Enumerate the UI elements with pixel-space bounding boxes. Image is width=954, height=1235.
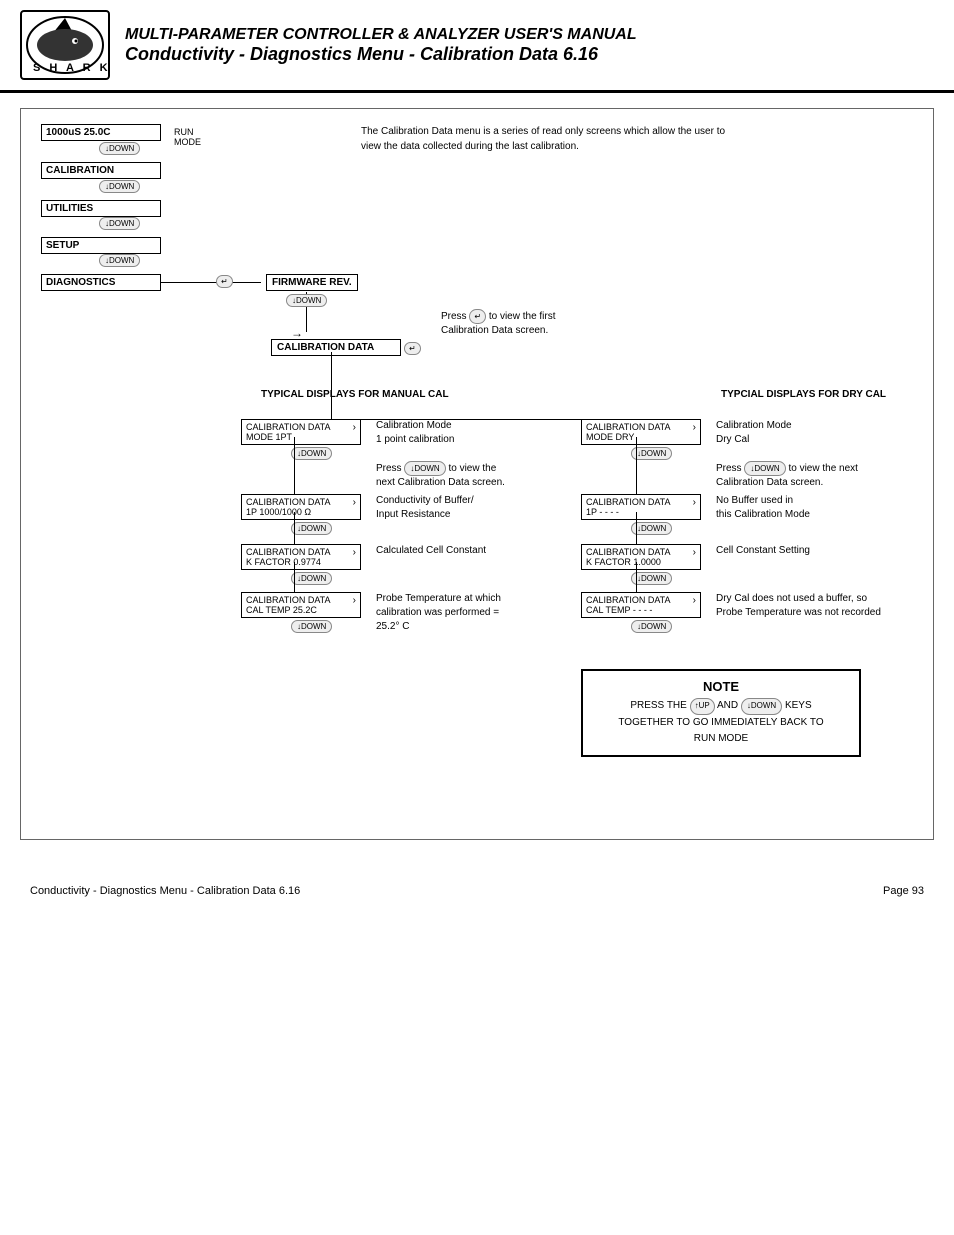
- calibration-menu-item: CALIBRATION: [41, 162, 161, 179]
- setup-menu-item: SETUP: [41, 237, 161, 254]
- h-line-diag: [161, 282, 261, 283]
- screen-manual-4: CALIBRATION DATA CAL TEMP 25.2C › ↓DOWN: [241, 592, 361, 633]
- desc-manual-1: Calibration Mode1 point calibration Pres…: [376, 419, 516, 490]
- company-logo: S H A R K: [20, 10, 110, 80]
- footer-left: Conductivity - Diagnostics Menu - Calibr…: [30, 885, 300, 897]
- screen-dry-2-text: CALIBRATION DATA 1P - - - -: [586, 497, 671, 517]
- utilities-menu-item: UTILITIES: [41, 200, 161, 217]
- screen-dry-4: CALIBRATION DATA CAL TEMP - - - - › ↓DOW…: [581, 592, 701, 633]
- down-btn-1: ↓DOWN: [99, 142, 140, 155]
- page-header: S H A R K MULTI-PARAMETER CONTROLLER & A…: [0, 0, 954, 93]
- title-sub: Conductivity - Diagnostics Menu - Calibr…: [125, 44, 637, 65]
- down-btn-m1: ↓DOWN: [291, 447, 361, 460]
- vline-m34: [294, 562, 295, 592]
- note-box: NOTE PRESS THE ↑UP AND ↓DOWN KEYS TOGETH…: [581, 669, 861, 757]
- screen-dry-4-text: CALIBRATION DATA CAL TEMP - - - -: [586, 595, 671, 615]
- typical-dry-label: TYPCIAL DISPLAYS FOR DRY CAL: [721, 389, 886, 400]
- menu-run-mode: 1000uS 25.0C: [41, 124, 161, 141]
- press-enter-text: Press ↵ to view the firstCalibration Dat…: [441, 309, 556, 338]
- desc-dry-1: Calibration ModeDry Cal Press ↓DOWN to v…: [716, 419, 886, 490]
- run-mode-label: RUN MODE: [174, 127, 201, 147]
- vline-d23: [636, 512, 637, 544]
- typical-manual-label: TYPICAL DISPLAYS FOR MANUAL CAL: [261, 389, 449, 400]
- vline-m12: [294, 437, 295, 494]
- desc-manual-2: Conductivity of Buffer/Input Resistance: [376, 494, 516, 522]
- diagram-wrapper: 1000uS 25.0C RUN MODE ↓DOWN CALIBRATION …: [41, 124, 913, 824]
- screen-manual-3: CALIBRATION DATA K FACTOR 0.9774 › ↓DOWN: [241, 544, 361, 585]
- vline-d12: [636, 437, 637, 494]
- main-content-box: 1000uS 25.0C RUN MODE ↓DOWN CALIBRATION …: [20, 108, 934, 840]
- screen-dry-1-text: CALIBRATION DATA MODE DRY: [586, 422, 671, 442]
- desc-manual-3: Calculated Cell Constant: [376, 544, 516, 558]
- down-btn-d4: ↓DOWN: [631, 620, 701, 633]
- header-text: MULTI-PARAMETER CONTROLLER & ANALYZER US…: [125, 26, 637, 65]
- menu-diagnostics: DIAGNOSTICS: [41, 274, 161, 291]
- menu-run-mode-area: 1000uS 25.0C RUN MODE: [41, 124, 161, 141]
- screen-manual-2-text: CALIBRATION DATA 1P 1000/1000 Ω: [246, 497, 331, 517]
- diagnostics-menu-item: DIAGNOSTICS: [41, 274, 161, 291]
- screen-manual-2: CALIBRATION DATA 1P 1000/1000 Ω › ↓DOWN: [241, 494, 361, 535]
- screen-dry-2: CALIBRATION DATA 1P - - - - › ↓DOWN: [581, 494, 701, 535]
- down-btn-fw: ↓DOWN: [286, 294, 327, 307]
- down-btn-m3: ↓DOWN: [291, 572, 361, 585]
- down-btn-3: ↓DOWN: [99, 217, 140, 230]
- down-btn-m2: ↓DOWN: [291, 522, 361, 535]
- vline-m23: [294, 512, 295, 544]
- title-main: MULTI-PARAMETER CONTROLLER & ANALYZER US…: [125, 26, 637, 44]
- down-btn-4: ↓DOWN: [99, 254, 140, 267]
- footer-right: Page 93: [883, 885, 924, 897]
- desc-dry-3: Cell Constant Setting: [716, 544, 886, 558]
- screen-manual-4-text: CALIBRATION DATA CAL TEMP 25.2C: [246, 595, 331, 615]
- vline-d34: [636, 562, 637, 592]
- screen-dry-1: CALIBRATION DATA MODE DRY › ↓DOWN: [581, 419, 701, 460]
- vline-main-down: [331, 352, 332, 419]
- enter-btn-cal: ↵: [404, 342, 421, 355]
- cal-data-box: CALIBRATION DATA: [271, 339, 401, 356]
- down-btn-d2: ↓DOWN: [631, 522, 701, 535]
- desc-dry-2: No Buffer used inthis Calibration Mode: [716, 494, 886, 522]
- down-btn-m4: ↓DOWN: [291, 620, 361, 633]
- screen-manual-1-text: CALIBRATION DATA MODE 1PT: [246, 422, 331, 442]
- enter-arrow-diag: ↵: [216, 275, 233, 288]
- page-footer: Conductivity - Diagnostics Menu - Calibr…: [0, 870, 954, 912]
- description-text: The Calibration Data menu is a series of…: [361, 124, 741, 154]
- menu-calibration: CALIBRATION: [41, 162, 161, 179]
- down-btn-d1: ↓DOWN: [631, 447, 701, 460]
- down-btn-d3: ↓DOWN: [631, 572, 701, 585]
- svg-text:S H A R K: S H A R K: [33, 62, 108, 74]
- hline-to-dry: [331, 419, 581, 420]
- firmware-rev-label: FIRMWARE REV.: [266, 274, 358, 291]
- desc-dry-4: Dry Cal does not used a buffer, so Probe…: [716, 592, 886, 620]
- note-title: NOTE: [595, 679, 847, 694]
- screen-manual-3-text: CALIBRATION DATA K FACTOR 0.9774: [246, 547, 331, 567]
- screen-dry-3: CALIBRATION DATA K FACTOR 1.0000 › ↓DOWN: [581, 544, 701, 585]
- note-content: PRESS THE ↑UP AND ↓DOWN KEYS TOGETHER TO…: [595, 698, 847, 747]
- down-btn-2: ↓DOWN: [99, 180, 140, 193]
- screen-dry-3-text: CALIBRATION DATA K FACTOR 1.0000: [586, 547, 671, 567]
- desc-manual-4: Probe Temperature at whichcalibration wa…: [376, 592, 536, 634]
- menu-utilities: UTILITIES: [41, 200, 161, 217]
- right-arrow-fw: →: [291, 326, 303, 340]
- screen-manual-1: CALIBRATION DATA MODE 1PT › ↓DOWN: [241, 419, 361, 460]
- menu-setup: SETUP: [41, 237, 161, 254]
